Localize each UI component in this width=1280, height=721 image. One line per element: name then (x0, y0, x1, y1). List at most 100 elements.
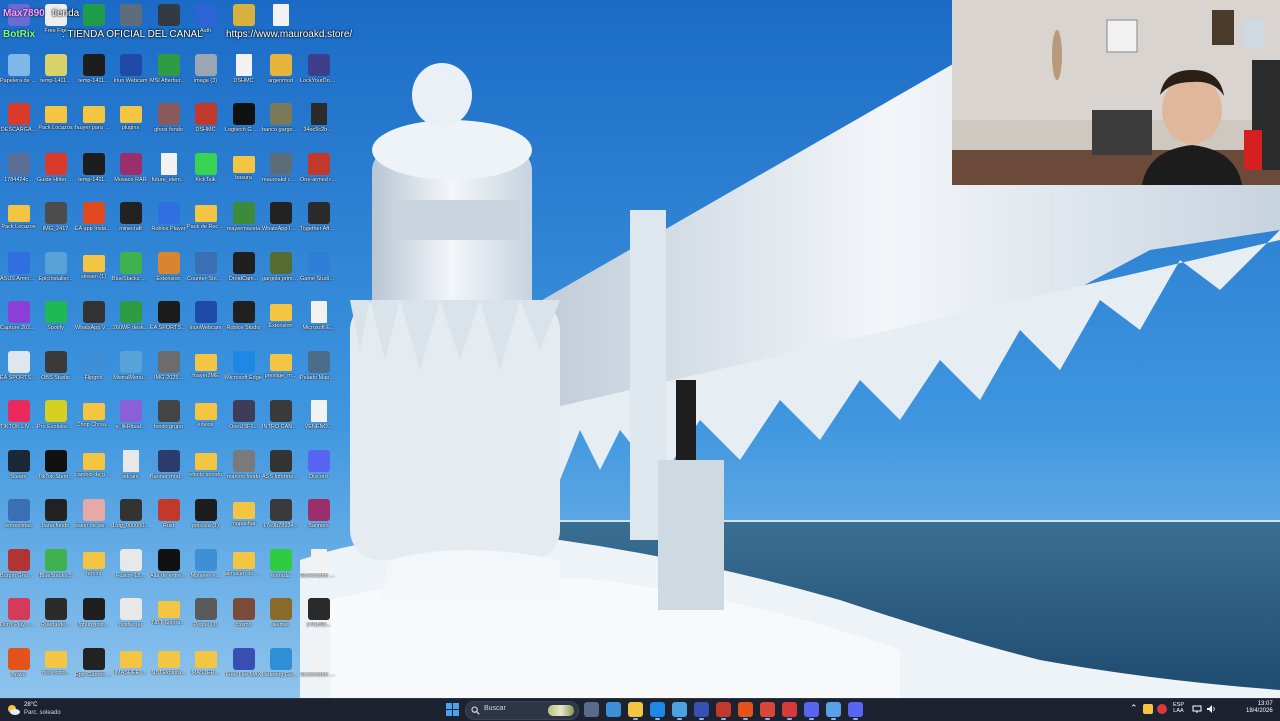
desktop-icon[interactable]: WhatsApp Image 2025... (262, 198, 299, 248)
tray-app-icon[interactable] (1143, 704, 1153, 714)
desktop-icon[interactable]: 1fdg_000000... (112, 495, 149, 545)
desktop-icon[interactable]: image (3) (187, 50, 224, 100)
desktop-icon[interactable]: almacen de RAVMOB... (225, 545, 262, 595)
desktop-icon[interactable]: MSI Afterburner (150, 50, 187, 100)
desktop-icon[interactable]: Iriun Webcam (112, 50, 149, 100)
desktop-icon[interactable]: fauyer para negoel (75, 99, 112, 149)
desktop-icon[interactable]: Papelera de reciclaje (0, 50, 37, 100)
desktop-icon[interactable]: OneUSF1... (225, 396, 262, 446)
desktop-icon[interactable]: temp-1411... (37, 50, 74, 100)
desktop-icon[interactable]: IMASHEET... (112, 644, 149, 694)
desktop-icon[interactable]: Microsoft Edge (225, 347, 262, 397)
input-language[interactable]: ESP LAA (1173, 702, 1184, 714)
desktop-icon[interactable]: Microsoft E... (300, 297, 337, 347)
start-button[interactable] (445, 702, 460, 717)
desktop-icon[interactable]: fnayer2ME (187, 347, 224, 397)
taskbar-app-task-view[interactable] (584, 702, 599, 717)
desktop-icon[interactable]: pelicula (1) (187, 495, 224, 545)
desktop-icon[interactable]: EA app Instalar (75, 198, 112, 248)
desktop-icon[interactable]: mauroakd code (262, 149, 299, 199)
taskbar-app-chrome[interactable] (760, 702, 775, 720)
desktop-icon[interactable]: Guide Hitter Streams (37, 149, 74, 199)
desktop-icon[interactable]: IMG-2025... (150, 347, 187, 397)
desktop-icon[interactable]: NBTExplora... (150, 644, 187, 694)
desktop-icon[interactable]: VENENO... (300, 396, 337, 446)
desktop-icon[interactable]: Spotify (37, 297, 74, 347)
desktop-icon[interactable]: LockYourDoor Demo (300, 50, 337, 100)
desktop-icon[interactable]: 260WF desk... (112, 297, 149, 347)
desktop-icon[interactable]: Flipgrid (75, 347, 112, 397)
desktop-icon[interactable]: BlueStacks Multi-Insta... (112, 248, 149, 298)
desktop-icon[interactable]: prestige_m... (262, 347, 299, 397)
desktop-icon[interactable]: envios (187, 396, 224, 446)
network-icon[interactable] (1192, 704, 1202, 714)
desktop-icon[interactable]: KickTalk (187, 149, 224, 199)
desktop-icon[interactable]: WhatsApp Video 2025-... (75, 297, 112, 347)
desktop-icon[interactable]: EpicInstaller... (37, 248, 74, 298)
desktop-icon[interactable]: argenmod (262, 50, 299, 100)
desktop-icon[interactable]: e_likRitual... (112, 396, 149, 446)
desktop-icon[interactable]: Lettering Generator... (262, 644, 299, 694)
desktop-icon[interactable]: Together After Dark (300, 198, 337, 248)
desktop-icon[interactable]: efecto sonido (187, 446, 224, 496)
desktop-icon[interactable]: Steam (0, 446, 37, 496)
desktop-icon[interactable]: salon de verdad (75, 495, 112, 545)
taskbar-app-msi-app[interactable] (716, 702, 731, 720)
desktop-icon[interactable]: DroidCam... (225, 248, 262, 298)
desktop-icon[interactable]: One-armed robber (300, 149, 337, 199)
desktop-icon[interactable]: cambio de gargolas (75, 446, 112, 496)
desktop-icon[interactable]: Burgin Gnomes (0, 545, 37, 595)
taskbar-app-discord[interactable] (848, 702, 863, 720)
desktop-icon[interactable]: Chop Chrsa... (75, 396, 112, 446)
desktop-icon[interactable]: future_elem... (150, 149, 187, 199)
desktop-icon[interactable]: Rust (150, 495, 187, 545)
desktop-icon[interactable]: ASS Informacion (262, 446, 299, 496)
desktop-icon[interactable]: alertas (262, 594, 299, 644)
desktop-icon[interactable]: BlueStacks 5 (37, 545, 74, 595)
desktop-icon[interactable]: Alta de entregas (150, 545, 187, 595)
desktop-icon[interactable]: Rueda-de... (37, 594, 74, 644)
desktop-icon[interactable]: basura (225, 149, 262, 199)
desktop-icon[interactable]: EA SPORTS FC 24 (150, 297, 187, 347)
taskbar-app-fe-app[interactable] (694, 702, 709, 720)
desktop-icon[interactable]: Roblox Studio (225, 297, 262, 347)
desktop-icon[interactable]: NBT Splora... (150, 594, 187, 644)
desktop-icon[interactable]: mapashar (225, 495, 262, 545)
taskbar-app-notepad[interactable] (672, 702, 687, 720)
desktop-icon[interactable]: TikTok Stem... (37, 446, 74, 496)
desktop-icon[interactable]: Roblox Player (150, 198, 187, 248)
desktop-icon[interactable]: cosmo (225, 594, 262, 644)
desktop-icon[interactable]: Pack Locazos (37, 99, 74, 149)
desktop-icon[interactable]: temp-1411... (75, 149, 112, 199)
desktop-icon[interactable]: minecraft (112, 198, 149, 248)
taskbar-app-file-explorer[interactable] (628, 702, 643, 720)
desktop-icon[interactable]: DESCARGA... (0, 99, 37, 149)
desktop-icon[interactable]: Epic Games Launcher (75, 644, 112, 694)
desktop-icon[interactable]: 17f1c90... (300, 594, 337, 644)
desktop-icon[interactable]: Game Studio Installer (300, 248, 337, 298)
clock[interactable]: 13:07 18/4/2026 (1246, 701, 1273, 715)
desktop-icon[interactable]: entrevistas (0, 495, 37, 545)
taskbar-app-discord-tb[interactable] (804, 702, 819, 720)
desktop-icon[interactable]: Screenshot 2025-02-... (300, 644, 337, 694)
desktop-icon[interactable]: Don't Play This Demo (0, 594, 37, 644)
desktop-icon[interactable]: EA SPORTS FC 26 (0, 347, 37, 397)
desktop-icon[interactable]: 34ec5c2b-... (300, 99, 337, 149)
desktop-icon[interactable]: gargola primer ... (262, 248, 299, 298)
desktop-icon[interactable]: Fusion-18... (112, 545, 149, 595)
desktop-icon[interactable]: Capture 2025... (0, 297, 37, 347)
desktop-icon[interactable]: Mosaco RAR (112, 149, 149, 199)
desktop-icon[interactable]: Discord (300, 446, 337, 496)
desktop-icon[interactable]: Pelado Mapper (300, 347, 337, 397)
taskbar-app-recorder[interactable] (782, 702, 797, 720)
desktop-icon[interactable]: marcos fondo (225, 446, 262, 496)
desktop-icon[interactable]: MistralMenu... (112, 347, 149, 397)
desktop-icon[interactable]: Logitech G HUB (225, 99, 262, 149)
desktop-icon[interactable]: DSHMC (225, 50, 262, 100)
desktop-icon[interactable]: Brave (0, 644, 37, 694)
taskbar-app-check-app[interactable] (826, 702, 841, 720)
desktop-icon[interactable]: Extension (262, 297, 299, 347)
desktop-icon[interactable]: IMG_2417 (37, 198, 74, 248)
desktop-icon[interactable]: DSHMC (187, 99, 224, 149)
tray-app-icon[interactable] (1157, 704, 1167, 714)
